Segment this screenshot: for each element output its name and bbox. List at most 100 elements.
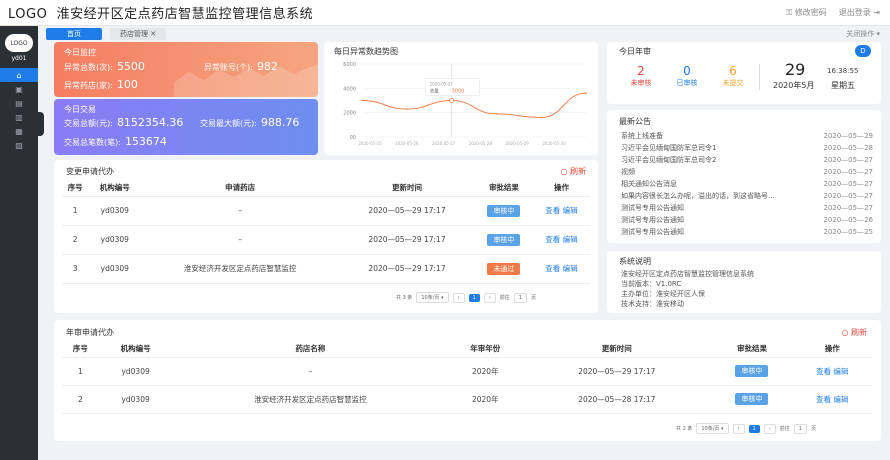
page-size-value: 10条/页 xyxy=(701,426,720,432)
status-cell: 审核中 xyxy=(711,385,793,414)
notice-item[interactable]: 视频 2020—05—27 xyxy=(621,166,873,178)
column-header: 更新时间 xyxy=(339,180,475,197)
nav-home-icon[interactable]: ⌂ xyxy=(0,68,38,82)
actions-cell: 查看 编辑 xyxy=(532,196,590,226)
logout-link[interactable]: 退出登录 ⇥ xyxy=(839,7,880,18)
view-link[interactable]: 查看 xyxy=(545,235,560,244)
notice-item[interactable]: 习近平会见缅甸国防军总司令2 2020—05—27 xyxy=(621,154,873,166)
change-refresh-button[interactable]: ○ 刷新 xyxy=(560,166,586,177)
done-stat[interactable]: 0 已审核 xyxy=(667,64,707,88)
data-point[interactable] xyxy=(406,108,408,110)
notice-date: 2020—05—27 xyxy=(823,192,873,200)
prev-page-button[interactable]: ‹ xyxy=(452,292,465,303)
nav-store-icon[interactable]: ▤ xyxy=(0,96,38,110)
highlight-point[interactable] xyxy=(449,98,454,103)
notice-date: 2020—05—27 xyxy=(823,168,873,176)
next-page-button[interactable]: › xyxy=(483,292,496,303)
x-tick-label: 2020-05-28 xyxy=(469,141,493,146)
notice-date: 2020—05—29 xyxy=(823,132,873,140)
clock-time: 16:38:55 xyxy=(827,67,859,75)
page-unit: 页 xyxy=(530,295,536,301)
status-badge: 审核中 xyxy=(735,365,769,377)
page-number[interactable]: 1 xyxy=(748,424,760,433)
view-link[interactable]: 查看 xyxy=(545,206,560,215)
view-link[interactable]: 查看 xyxy=(545,264,560,273)
data-point[interactable] xyxy=(495,113,498,115)
avatar: LOGO xyxy=(5,34,33,52)
view-link[interactable]: 查看 xyxy=(816,367,831,376)
y-tick-label: 00 xyxy=(350,135,356,141)
data-point[interactable] xyxy=(361,99,363,102)
y-tick-label: 4000 xyxy=(343,86,356,92)
org-code: yd0309 xyxy=(88,196,142,226)
goto-input[interactable]: 1 xyxy=(793,423,807,434)
goto-input[interactable]: 1 xyxy=(513,292,527,303)
close-icon[interactable]: ✕ xyxy=(150,30,156,38)
chevron-down-icon: ▾ xyxy=(876,30,880,38)
notice-date: 2020—05—27 xyxy=(823,156,873,164)
edit-link[interactable]: 编辑 xyxy=(563,235,578,244)
notice-item[interactable]: 相关通知公告消息 2020—05—27 xyxy=(621,178,873,190)
sidebar-collapse-handle[interactable] xyxy=(38,112,44,136)
column-header: 操作 xyxy=(532,180,590,197)
annual-refresh-button[interactable]: ○ 刷新 xyxy=(841,327,867,338)
nav-settings-icon[interactable]: ▧ xyxy=(0,138,38,152)
data-point[interactable] xyxy=(585,92,587,94)
change-request-panel: 变更申请代办 ○ 刷新 序号 机构编号 申请药店 更新时间 审批结果 操作 1 yd0309… xyxy=(54,160,598,313)
notice-text: 测试号专用公告通知 xyxy=(621,228,684,236)
column-header: 审批结果 xyxy=(711,341,793,358)
status-badge: 未通过 xyxy=(487,262,521,275)
table-row: 3 yd0309 淮安经济开发区定点药店智慧监控 2020—05—29 17:17 未通… xyxy=(62,254,590,284)
calendar-date: 2020年5月 xyxy=(773,81,815,90)
page-size-select[interactable]: 10条/页 ▾ xyxy=(416,292,449,303)
notice-item[interactable]: 系统上线准备 2020—05—29 xyxy=(621,130,873,142)
goto-label: 前往 xyxy=(499,295,510,301)
tab-home[interactable]: 首页 xyxy=(46,28,102,40)
status-badge: 审核中 xyxy=(487,204,521,217)
pending-stat[interactable]: 2 未审核 xyxy=(621,64,661,88)
page-number[interactable]: 1 xyxy=(468,293,480,302)
annual-req-title: 年审申请代办 xyxy=(66,328,114,337)
edit-link[interactable]: 编辑 xyxy=(563,206,578,215)
notice-item[interactable]: 如果内容很长怎么办呢，溢出的话，到这省略号... 2020—05—27 xyxy=(621,190,873,202)
trend-chart: 6000 4000 2000 002020-05-25 2020-05-26 2020-0… xyxy=(343,62,587,146)
view-link[interactable]: 查看 xyxy=(816,395,831,404)
today-trade-title: 今日交易 xyxy=(64,105,96,114)
prev-page-button[interactable]: ‹ xyxy=(732,423,745,434)
pending-label: 未审核 xyxy=(630,79,652,87)
nav-data-icon[interactable]: ▦ xyxy=(0,124,38,138)
store-name: 淮安经济开发区定点药店智慧监控 xyxy=(172,385,449,414)
notice-item[interactable]: 测试号专用公告通知 2020—05—26 xyxy=(621,214,873,226)
next-page-button[interactable]: › xyxy=(763,423,776,434)
unsubmitted-stat[interactable]: 6 未提交 xyxy=(713,64,753,88)
edit-link[interactable]: 编辑 xyxy=(833,367,848,376)
trade-count-label: 交易总笔数(笔): xyxy=(64,138,121,147)
tooltip-label: 总量 xyxy=(430,88,439,95)
edit-link[interactable]: 编辑 xyxy=(563,264,578,273)
notice-text: 测试号专用公告通知 xyxy=(621,216,684,224)
actions-cell: 查看 编辑 xyxy=(792,357,872,386)
column-header: 申请药店 xyxy=(141,180,340,197)
x-tick-label: 2020-05-29 xyxy=(506,141,530,146)
tab-store[interactable]: 药店管理 ✕ xyxy=(110,28,167,40)
edit-link[interactable]: 编辑 xyxy=(833,395,848,404)
nav-report-icon[interactable]: ▥ xyxy=(0,110,38,124)
notice-text: 视频 xyxy=(621,168,635,176)
sysinfo-line: 技术支持：淮安移动 xyxy=(621,300,684,308)
review-year: 2020年 xyxy=(448,385,523,414)
notice-item[interactable]: 习近平会见缅甸国防军总司令1 2020—05—28 xyxy=(621,142,873,154)
column-header: 审批结果 xyxy=(474,180,533,197)
update-time: 2020—05—29 17:17 xyxy=(339,196,475,226)
abn-total-label: 异常总数(次): xyxy=(64,63,113,72)
notice-item[interactable]: 测试号专用公告通知 2020—05—25 xyxy=(621,226,873,238)
page-size-value: 10条/页 xyxy=(421,295,440,301)
data-point[interactable] xyxy=(540,116,542,119)
today-monitor-card: 今日监控 异常总数(次): 5500 异常账号(个): 982 异常药店(家): 10… xyxy=(54,42,318,97)
close-ops-dropdown[interactable]: 关闭操作 ▾ xyxy=(846,29,880,39)
notice-item[interactable]: 测试号专用公告通知 2020—05—27 xyxy=(621,202,873,214)
store-name: 淮安经济开发区定点药店智慧监控 xyxy=(141,254,340,284)
page-size-select[interactable]: 10条/页 ▾ xyxy=(696,423,729,434)
nav-monitor-icon[interactable]: ▣ xyxy=(0,82,38,96)
y-tick-label: 6000 xyxy=(343,62,356,68)
change-password-link[interactable]: ⚿ 修改密码 xyxy=(786,7,827,18)
